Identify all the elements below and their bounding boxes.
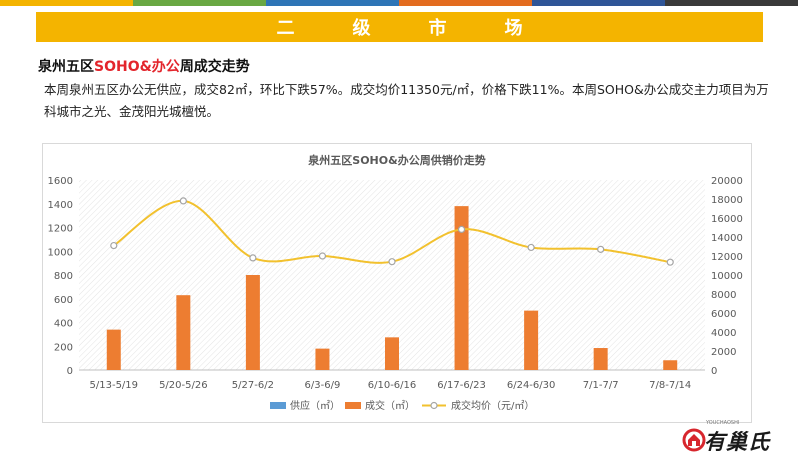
- price-point: [666, 258, 674, 266]
- legend-label-supply: 供应（㎡）: [290, 399, 340, 412]
- price-point: [110, 241, 118, 250]
- title-suffix: 周成交走势: [179, 59, 250, 75]
- strip-segment: [0, 0, 133, 6]
- deal-bar: [663, 360, 678, 370]
- summary-paragraph: 本周泉州五区办公无供应，成交82㎡，环比下跌57%。成交均价11350元/㎡，价…: [44, 82, 769, 119]
- chart-title: 泉州五区SOHO&办公周供销价走势: [307, 153, 485, 167]
- legend-label-price: 成交均价（元/㎡）: [451, 399, 534, 412]
- x-tick-label: 6/17-6/23: [437, 380, 486, 391]
- deal-bar: [245, 275, 260, 370]
- x-tick-label: 7/8-7/14: [649, 380, 691, 391]
- y-left-tick-label: 1600: [48, 176, 73, 187]
- y-right-tick-label: 20000: [711, 176, 743, 187]
- strip-segment: [532, 0, 665, 6]
- y-left-tick-label: 0: [67, 366, 73, 377]
- x-tick-label: 5/13-5/19: [90, 380, 139, 391]
- y-right-tick-label: 10000: [711, 271, 743, 282]
- legend-swatch-supply: [270, 402, 286, 409]
- price-point: [388, 258, 396, 266]
- y-right-tick-label: 6000: [711, 309, 736, 320]
- deal-bar: [524, 310, 539, 370]
- page-title: 泉州五区SOHO&办公周成交走势: [38, 56, 250, 76]
- house-logo-icon: [682, 428, 706, 452]
- price-point: [527, 243, 535, 252]
- legend-swatch-deal: [345, 402, 361, 409]
- deal-bar: [593, 348, 608, 370]
- strip-segment: [399, 0, 532, 6]
- logo-text: 有巢氏: [704, 429, 770, 454]
- x-tick-label: 6/24-6/30: [507, 380, 556, 391]
- deal-bar: [315, 348, 330, 370]
- y-right-tick-label: 14000: [711, 233, 743, 244]
- x-tick-label: 6/3-6/9: [305, 380, 341, 391]
- price-point: [179, 197, 187, 205]
- legend-label-deal: 成交（㎡）: [365, 399, 415, 412]
- brand-logo: YOUCHAOSHI 有巢氏: [682, 418, 792, 456]
- chart-container: 泉州五区SOHO&办公周供销价走势 0 200 400 600 800 1000 1200 14…: [42, 143, 752, 423]
- deal-bar: [106, 329, 121, 370]
- strip-segment: [133, 0, 266, 6]
- strip-segment: [266, 0, 399, 6]
- deal-bar: [176, 295, 191, 370]
- top-color-strip: [0, 0, 798, 6]
- y-right-tick-label: 0: [711, 366, 717, 377]
- x-tick-label: 7/1-7/7: [583, 380, 619, 391]
- deal-bar: [385, 337, 399, 370]
- strip-segment: [665, 0, 798, 6]
- y-left-tick-label: 400: [54, 319, 73, 330]
- y-right-tick-label: 8000: [711, 290, 736, 301]
- y-left-tick-label: 600: [54, 295, 73, 306]
- price-point: [597, 245, 605, 253]
- section-banner: 二级市场: [36, 12, 763, 42]
- price-point: [249, 254, 257, 262]
- y-right-tick-label: 16000: [711, 214, 743, 225]
- x-tick-label: 5/20-5/26: [159, 380, 208, 391]
- y-left-tick-label: 1400: [48, 200, 73, 211]
- y-right-tick-label: 2000: [711, 347, 736, 358]
- title-highlight: SOHO&办公: [94, 59, 180, 75]
- y-left-tick-label: 800: [54, 271, 73, 282]
- title-prefix: 泉州五区: [38, 59, 94, 75]
- price-point: [457, 225, 466, 234]
- x-tick-label: 5/27-6/2: [232, 380, 274, 391]
- y-left-tick-label: 200: [54, 342, 73, 353]
- y-left-tick-label: 1000: [48, 247, 73, 258]
- y-left-tick-label: 1200: [48, 224, 73, 235]
- x-tick-label: 6/10-6/16: [368, 380, 417, 391]
- legend-swatch-price-point: [430, 401, 438, 410]
- y-right-tick-label: 4000: [711, 328, 736, 339]
- combo-chart: 泉州五区SOHO&办公周供销价走势 0 200 400 600 800 1000 1200 14…: [48, 153, 743, 412]
- price-point: [318, 252, 327, 260]
- y-right-tick-label: 12000: [711, 252, 743, 263]
- y-right-tick-label: 18000: [711, 195, 743, 206]
